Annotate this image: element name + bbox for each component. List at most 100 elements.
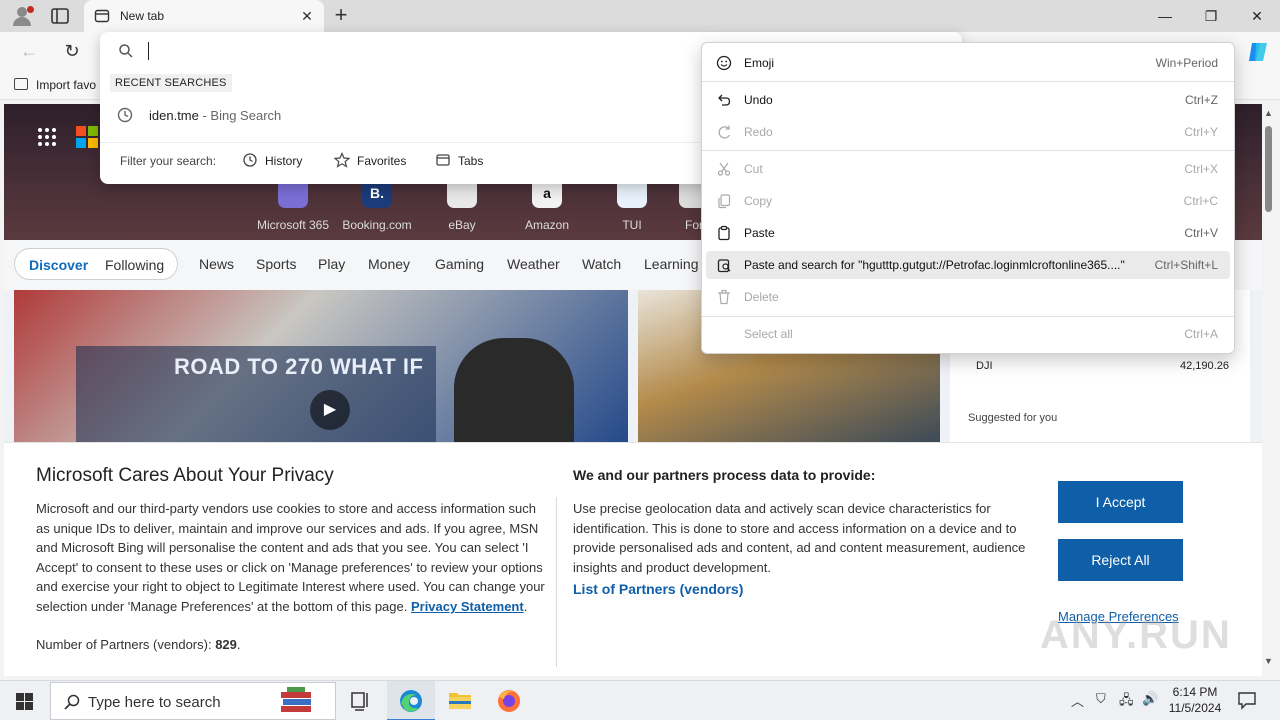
privacy-body-text: Microsoft and our third-party vendors us… <box>36 501 545 614</box>
news-card-video[interactable]: ROAD TO 270 WHAT IF ▶ <box>14 290 628 442</box>
filter-history[interactable]: History <box>242 152 302 168</box>
menu-item-undo[interactable]: Undo Ctrl+Z <box>706 86 1230 114</box>
profile-button[interactable] <box>8 4 36 28</box>
shortcut-label: eBay <box>448 218 476 232</box>
play-icon[interactable]: ▶ <box>310 390 350 430</box>
scroll-thumb[interactable] <box>1265 126 1272 212</box>
close-tab-icon[interactable]: ✕ <box>298 7 316 25</box>
nav-link-money[interactable]: Money <box>368 256 410 272</box>
microsoft-logo-icon[interactable] <box>76 126 98 148</box>
menu-item-label: Emoji <box>744 56 775 70</box>
market-symbol: DJI <box>976 360 993 372</box>
nav-link-news[interactable]: News <box>199 256 234 272</box>
security-tray-icon[interactable]: ⛉ <box>1096 691 1106 707</box>
clock-time: 6:14 PM <box>1172 685 1218 699</box>
privacy-body: Microsoft and our third-party vendors us… <box>36 501 545 614</box>
menu-item-shortcut: Ctrl+Shift+L <box>1154 258 1218 272</box>
menu-item-paste[interactable]: Paste Ctrl+V <box>706 219 1230 247</box>
tab-bar: New tab ✕ + — ❐ ✕ <box>0 0 1280 32</box>
nav-link-watch[interactable]: Watch <box>582 256 621 272</box>
market-value: 42,190.26 <box>1180 360 1229 372</box>
scissors-icon <box>716 161 732 177</box>
network-icon[interactable]: 🖧 <box>1119 691 1134 713</box>
taskbar-search-box[interactable]: Type here to search <box>50 682 336 720</box>
menu-item-paste-and-search[interactable]: Paste and search for "hgutttp.gutgut://P… <box>706 251 1230 279</box>
accept-button[interactable]: I Accept <box>1058 481 1183 523</box>
minimize-button[interactable]: — <box>1142 0 1188 32</box>
filter-favorites-label: Favorites <box>357 154 407 168</box>
refresh-icon[interactable]: ↻ <box>61 40 83 62</box>
menu-separator <box>702 150 1234 151</box>
menu-item-copy[interactable]: Copy Ctrl+C <box>706 187 1230 215</box>
profile-alert-dot <box>27 6 34 13</box>
address-input[interactable] <box>148 42 149 60</box>
new-tab-button[interactable]: + <box>330 4 352 26</box>
scroll-up-icon[interactable]: ▲ <box>1264 108 1273 118</box>
redo-icon <box>716 124 732 140</box>
menu-item-shortcut: Ctrl+Y <box>1184 125 1218 139</box>
page-scrollbar[interactable]: ▲ ▼ <box>1262 104 1276 676</box>
filter-row: Filter your search: History Favorites Ta… <box>100 142 700 176</box>
menu-item-cut[interactable]: Cut Ctrl+X <box>706 155 1230 183</box>
file-explorer-icon[interactable] <box>436 681 484 720</box>
nav-link-sports[interactable]: Sports <box>256 256 296 272</box>
filter-history-label: History <box>265 154 303 168</box>
search-suggestion[interactable]: iden.tme - Bing Search <box>100 102 700 128</box>
menu-item-label: Undo <box>744 93 773 107</box>
close-window-button[interactable]: ✕ <box>1234 0 1280 32</box>
scroll-down-icon[interactable]: ▼ <box>1264 656 1273 666</box>
nav-link-play[interactable]: Play <box>318 256 345 272</box>
menu-item-delete[interactable]: Delete <box>706 283 1230 311</box>
menu-item-label: Redo <box>744 125 773 139</box>
list-of-partners-link[interactable]: List of Partners (vendors) <box>573 581 743 597</box>
apps-grid-icon[interactable] <box>38 128 58 148</box>
menu-item-shortcut: Win+Period <box>1155 56 1218 70</box>
show-hidden-icons-icon[interactable]: ︿ <box>1071 691 1084 710</box>
privacy-consent-banner: Microsoft Cares About Your Privacy Micro… <box>4 442 1262 676</box>
menu-item-label: Paste <box>744 226 775 240</box>
firefox-icon[interactable] <box>485 681 533 720</box>
search-icon <box>118 43 134 59</box>
copilot-icon[interactable] <box>1246 40 1270 64</box>
menu-item-redo[interactable]: Redo Ctrl+Y <box>706 118 1230 146</box>
back-arrow-icon[interactable]: ← <box>18 40 40 62</box>
nav-link-weather[interactable]: Weather <box>507 256 560 272</box>
menu-item-shortcut: Ctrl+A <box>1184 327 1218 341</box>
tab-discover[interactable]: Discover <box>29 257 88 273</box>
menu-item-label: Paste and search for "hgutttp.gutgut://P… <box>744 258 1125 272</box>
tab-new-tab[interactable]: New tab ✕ <box>84 0 324 32</box>
taskbar-clock[interactable]: 6:14 PM 11/5/2024 <box>1166 684 1224 716</box>
nav-link-learning[interactable]: Learning <box>644 256 699 272</box>
filter-favorites[interactable]: Favorites <box>333 152 407 168</box>
shortcut-booking[interactable]: B. Booking.com <box>337 178 417 232</box>
restore-button[interactable]: ❐ <box>1188 0 1234 32</box>
context-menu: Emoji Win+Period Undo Ctrl+Z Redo Ctrl+Y… <box>701 42 1235 354</box>
menu-item-shortcut: Ctrl+C <box>1183 194 1218 208</box>
tab-actions-icon[interactable] <box>50 6 70 26</box>
privacy-title: Microsoft Cares About Your Privacy <box>36 465 334 486</box>
menu-separator <box>702 81 1234 82</box>
partners-number: 829 <box>215 637 237 652</box>
windows-start-icon[interactable] <box>0 681 48 720</box>
star-icon <box>333 152 351 168</box>
edge-taskbar-icon[interactable] <box>387 681 435 720</box>
volume-icon[interactable]: 🔊 <box>1142 691 1158 707</box>
nav-link-gaming[interactable]: Gaming <box>435 256 484 272</box>
menu-item-emoji[interactable]: Emoji Win+Period <box>706 49 1230 77</box>
privacy-statement-link[interactable]: Privacy Statement <box>411 599 524 614</box>
menu-item-label: Select all <box>744 327 793 341</box>
menu-item-label: Cut <box>744 162 763 176</box>
shortcut-ebay[interactable]: eBay <box>422 178 502 232</box>
suggested-label: Suggested for you <box>968 412 1058 424</box>
reject-all-button[interactable]: Reject All <box>1058 539 1183 581</box>
tab-following[interactable]: Following <box>105 257 164 273</box>
shortcut-microsoft-365[interactable]: Microsoft 365 <box>253 178 333 232</box>
emoji-icon <box>716 55 732 71</box>
import-favorites-button[interactable]: Import favo <box>14 78 96 92</box>
task-view-icon[interactable] <box>336 681 384 720</box>
notification-icon[interactable] <box>1236 689 1258 711</box>
menu-item-select-all[interactable]: Select all Ctrl+A <box>706 320 1230 348</box>
filter-tabs[interactable]: Tabs <box>435 152 483 168</box>
shortcut-amazon[interactable]: a Amazon <box>507 178 587 232</box>
feed-toggle: Discover Following <box>14 248 178 280</box>
